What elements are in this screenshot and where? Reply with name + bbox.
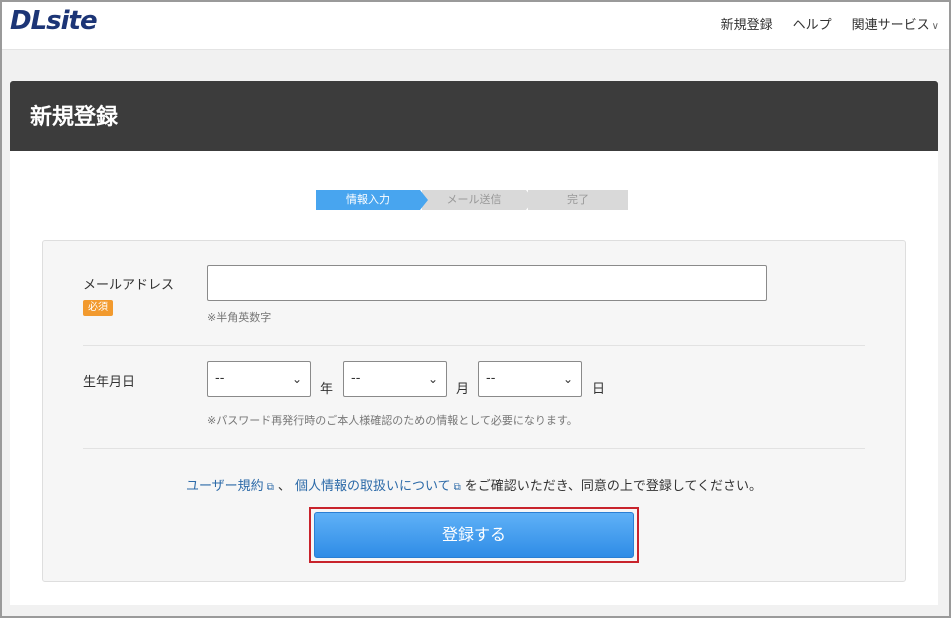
- register-submit-button[interactable]: 登録する: [314, 512, 634, 558]
- chevron-down-icon: ⌄: [562, 372, 573, 386]
- agreement-text: ユーザー規約 ⧉、 個人情報の取扱いについて ⧉ をご確認いただき、同意の上で登録して…: [185, 479, 763, 494]
- progress-steps: 情報入力 メール送信 完了: [316, 190, 630, 210]
- birth-day-select[interactable]: -- ⌄: [478, 361, 582, 397]
- chevron-down-icon: ∨: [931, 21, 939, 32]
- day-unit: 日: [592, 382, 606, 397]
- site-header: DLsite 新規登録 ヘルプ 関連サービス ∨: [0, 0, 951, 50]
- submit-highlight: 登録する: [309, 507, 639, 563]
- page-title: 新規登録: [30, 105, 119, 130]
- terms-link[interactable]: ユーザー規約: [186, 479, 264, 494]
- birthday-hint: ※パスワード再発行時のご本人様確認のための情報として必要になります。: [207, 414, 578, 427]
- registration-form: メールアドレス 必須 ※半角英数字 生年月日 -- ⌄ 年 -- ⌄ 月 -- …: [42, 240, 906, 582]
- title-bar: 新規登録: [10, 81, 938, 151]
- step-mail-sent: メール送信: [422, 190, 534, 210]
- email-label: メールアドレス: [83, 278, 175, 293]
- register-card: 新規登録 情報入力 メール送信 完了 メールアドレス 必須 ※半角英数字 生年月…: [10, 81, 938, 605]
- email-input[interactable]: [207, 265, 767, 301]
- month-unit: 月: [456, 382, 470, 397]
- year-unit: 年: [320, 382, 334, 397]
- external-link-icon: ⧉: [453, 482, 461, 493]
- birth-year-select[interactable]: -- ⌄: [207, 361, 311, 397]
- nav-register[interactable]: 新規登録: [721, 14, 773, 33]
- birthday-label: 生年月日: [83, 375, 136, 390]
- nav-related-services[interactable]: 関連サービス ∨: [852, 14, 939, 33]
- dlsite-logo[interactable]: DLsite: [10, 6, 98, 36]
- privacy-link[interactable]: 個人情報の取扱いについて: [295, 479, 451, 494]
- divider: [83, 448, 865, 449]
- required-badge: 必須: [83, 300, 113, 316]
- birth-month-select[interactable]: -- ⌄: [343, 361, 447, 397]
- external-link-icon: ⧉: [266, 482, 274, 493]
- chevron-down-icon: ⌄: [427, 372, 438, 386]
- header-nav: 新規登録 ヘルプ 関連サービス ∨: [721, 14, 939, 33]
- nav-help[interactable]: ヘルプ: [793, 14, 832, 33]
- divider: [83, 345, 865, 346]
- email-hint: ※半角英数字: [207, 311, 272, 324]
- step-input: 情報入力: [316, 190, 428, 210]
- step-complete: 完了: [528, 190, 628, 210]
- chevron-down-icon: ⌄: [291, 372, 302, 386]
